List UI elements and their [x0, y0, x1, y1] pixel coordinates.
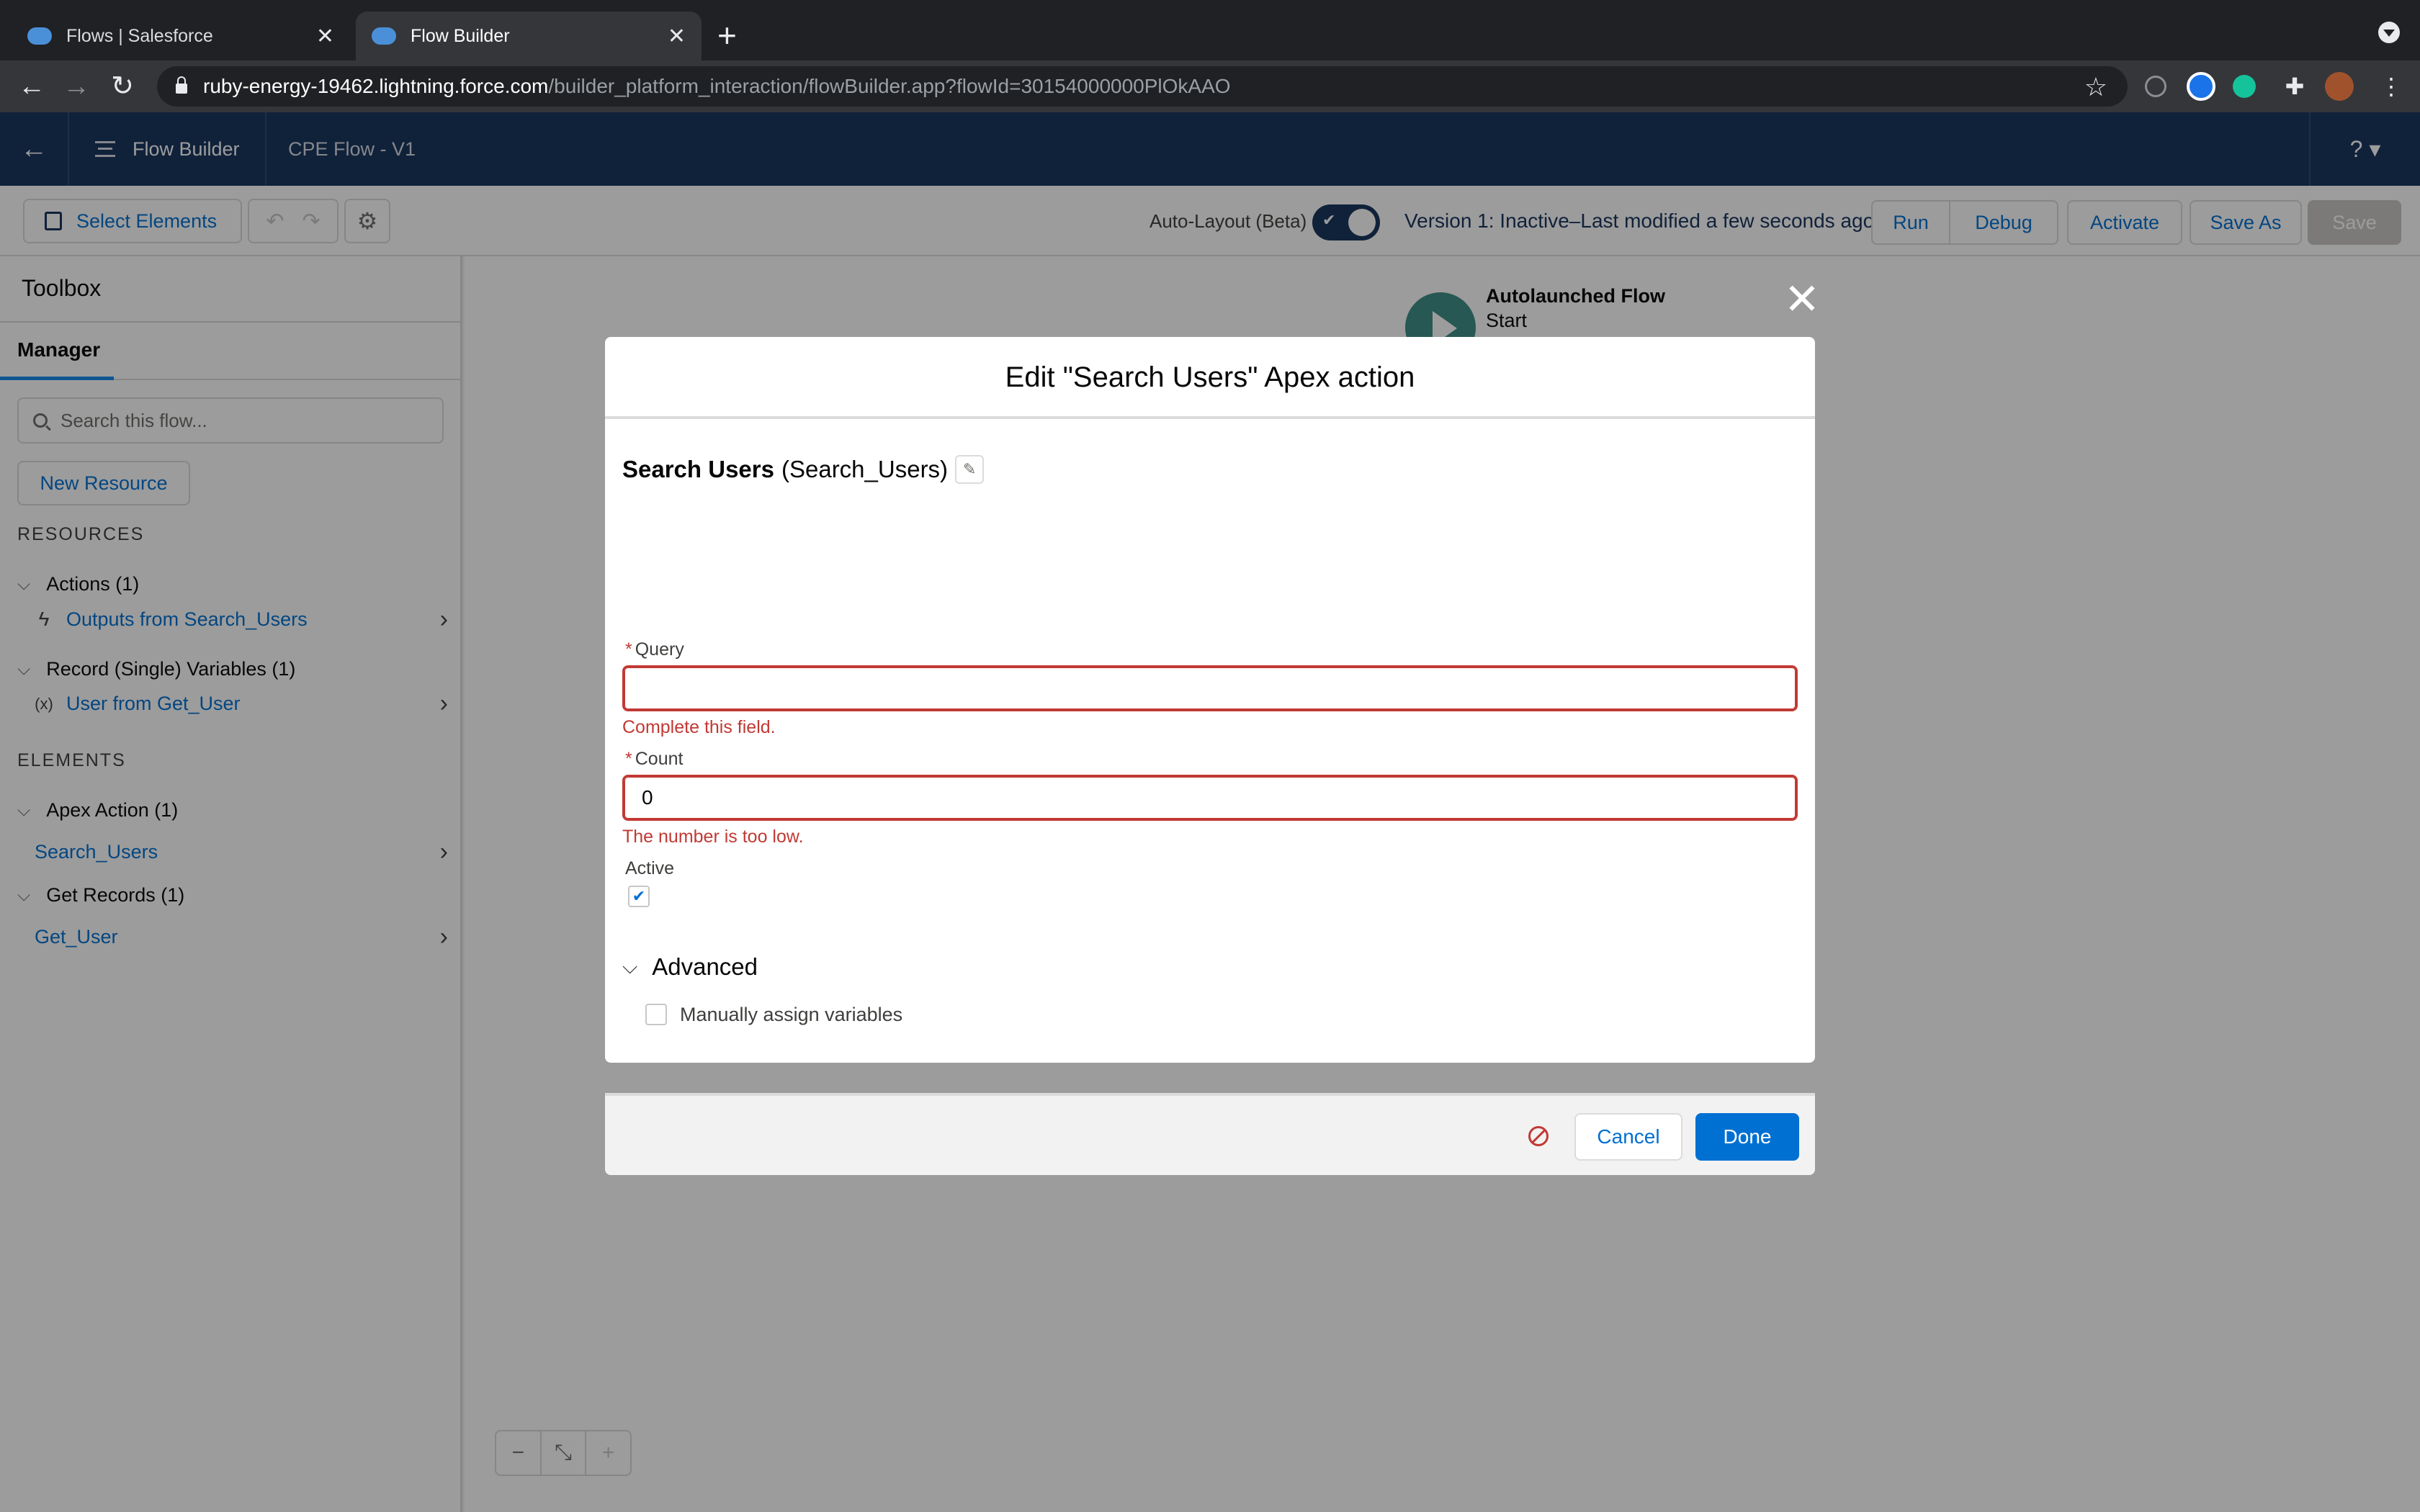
advanced-section-toggle[interactable]: ⌵ Advanced — [622, 953, 758, 981]
action-label: Search Users — [622, 456, 774, 482]
query-label: * Query — [625, 639, 684, 660]
profile-avatar[interactable] — [2325, 72, 2354, 101]
error-ban-icon[interactable] — [1528, 1126, 1549, 1146]
tab-title: Flow Builder — [411, 25, 510, 46]
manually-assign-checkbox[interactable] — [645, 1004, 667, 1025]
lock-icon — [176, 76, 187, 94]
salesforce-cloud-icon — [372, 27, 396, 45]
active-label: Active — [625, 858, 675, 878]
browser-toolbar: ← → ↻ ruby-energy-19462.lightning.force.… — [0, 60, 2420, 112]
count-error: The number is too low. — [622, 827, 804, 847]
browser-tab-flow-builder[interactable]: Flow Builder ✕ — [356, 12, 702, 60]
new-tab-button[interactable]: + — [717, 19, 737, 52]
required-asterisk: * — [625, 639, 632, 660]
manually-assign-label: Manually assign variables — [680, 1004, 903, 1025]
count-label: * Count — [625, 749, 684, 769]
extensions-puzzle-icon[interactable]: ✚ — [2280, 72, 2309, 101]
edit-apex-action-modal: Edit "Search Users" Apex action Search U… — [605, 337, 1815, 1063]
info-extension-icon[interactable] — [2145, 76, 2166, 97]
browser-tab-strip: Flows | Salesforce ✕ Flow Builder ✕ + — [0, 0, 2420, 60]
advanced-label: Advanced — [652, 953, 758, 980]
modal-title: Edit "Search Users" Apex action — [605, 337, 1815, 419]
count-input[interactable] — [622, 775, 1798, 821]
tab-search-icon[interactable] — [2378, 22, 2400, 43]
active-checkbox[interactable]: ✔ — [628, 886, 650, 907]
action-api-name: (Search_Users) — [781, 456, 949, 482]
close-tab-icon[interactable]: ✕ — [316, 24, 334, 49]
close-modal-icon[interactable]: ✕ — [1780, 278, 1824, 321]
bookmark-star-icon[interactable]: ☆ — [2084, 72, 2107, 102]
grammarly-icon[interactable] — [2233, 75, 2256, 98]
tab-title: Flows | Salesforce — [66, 25, 213, 46]
done-button[interactable]: Done — [1695, 1113, 1799, 1161]
close-tab-icon[interactable]: ✕ — [668, 24, 686, 49]
url-text: ruby-energy-19462.lightning.force.com/bu… — [203, 75, 1231, 97]
browser-menu-icon[interactable]: ⋮ — [2377, 72, 2406, 101]
chevron-down-icon: ⌵ — [622, 955, 638, 978]
salesforce-cloud-icon — [27, 27, 52, 45]
query-input[interactable] — [622, 665, 1798, 711]
action-title: Search Users (Search_Users) ✎ — [622, 455, 985, 484]
back-arrow-icon[interactable]: ← — [14, 69, 49, 104]
search-extension-icon[interactable] — [2187, 72, 2215, 101]
forward-arrow-icon[interactable]: → — [59, 69, 94, 104]
required-asterisk: * — [625, 749, 632, 769]
modal-footer: Cancel Done — [605, 1093, 1815, 1175]
reload-icon[interactable]: ↻ — [105, 69, 140, 104]
pencil-edit-icon[interactable]: ✎ — [955, 455, 985, 484]
browser-tab-flows[interactable]: Flows | Salesforce ✕ — [12, 12, 350, 60]
query-error: Complete this field. — [622, 717, 776, 737]
cancel-button[interactable]: Cancel — [1574, 1113, 1682, 1161]
address-bar[interactable]: ruby-energy-19462.lightning.force.com/bu… — [157, 66, 2128, 107]
